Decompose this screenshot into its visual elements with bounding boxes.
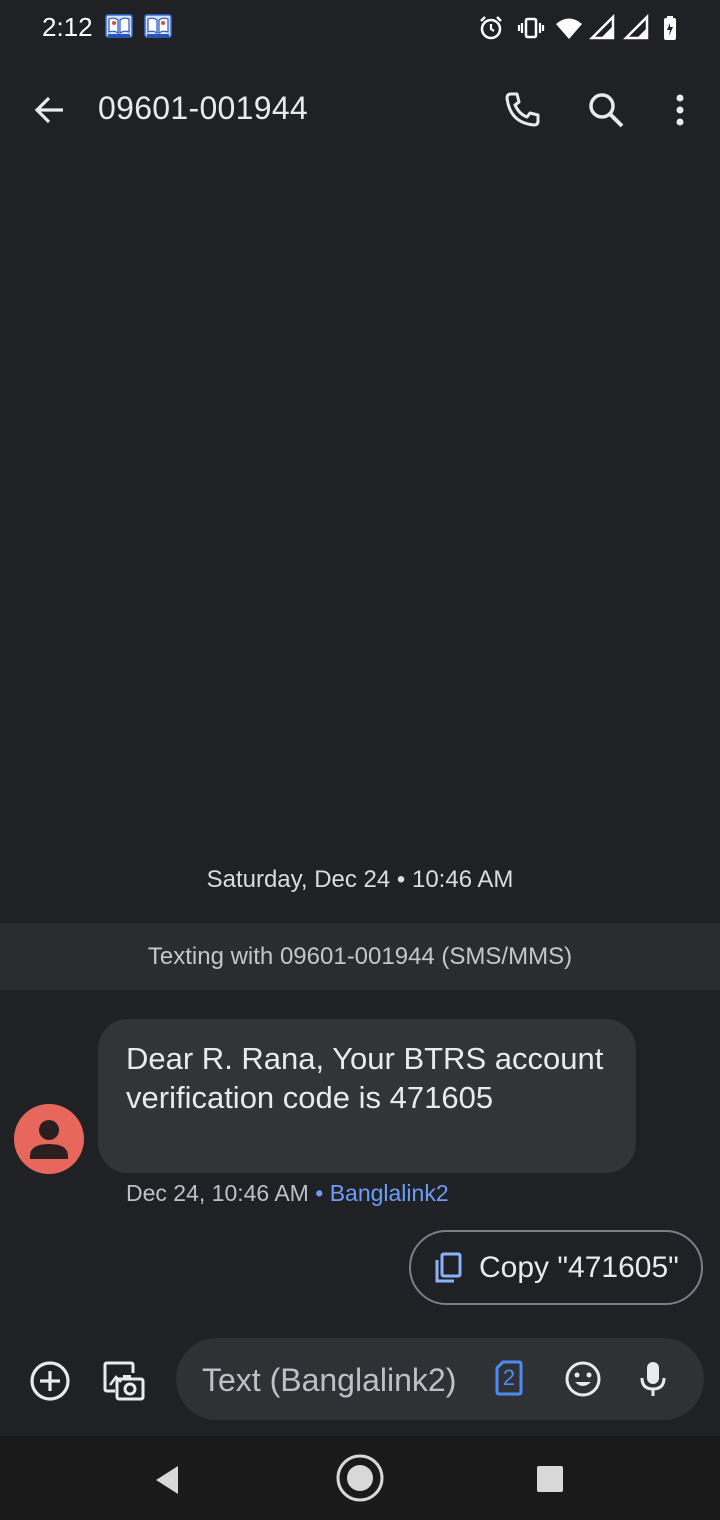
status-time: 2:12 — [42, 12, 93, 42]
texting-banner-text: Texting with 09601-001944 (SMS/MMS) — [147, 943, 573, 970]
alarm-icon — [477, 14, 505, 42]
recents-square-icon — [537, 1466, 563, 1492]
copy-code-label: Copy "471605" — [479, 1250, 679, 1284]
back-triangle-icon — [156, 1466, 178, 1494]
home-circle-icon — [336, 1454, 384, 1502]
conversation-title: 09601-001944 — [98, 90, 309, 126]
message-time: Dec 24, 10:46 AM — [126, 1180, 309, 1206]
copy-icon — [435, 1252, 462, 1282]
status-bar: 2:12 — [0, 0, 720, 56]
book-app-icon — [144, 14, 172, 40]
nav-back-button[interactable] — [148, 1460, 188, 1500]
add-attachment-button[interactable] — [22, 1353, 78, 1409]
message-text: Dear R. Rana, Your BTRS account verifica… — [126, 1041, 604, 1115]
nav-recents-button[interactable] — [534, 1463, 566, 1495]
more-vert-icon — [676, 94, 684, 126]
gallery-camera-icon — [103, 1361, 145, 1401]
message-sim-separator: • — [308, 1180, 330, 1206]
texting-banner: Texting with 09601-001944 (SMS/MMS) — [0, 923, 720, 990]
call-button[interactable] — [494, 82, 550, 138]
emoji-button[interactable] — [562, 1358, 604, 1400]
back-arrow-icon — [34, 96, 63, 124]
message-bubble[interactable]: Dear R. Rana, Your BTRS account verifica… — [98, 1019, 636, 1173]
voice-button[interactable] — [632, 1358, 674, 1400]
sim-selector[interactable]: 2 — [495, 1360, 523, 1396]
avatar[interactable] — [14, 1104, 84, 1174]
message-meta: Dec 24, 10:46 AM • Banglalink2 — [126, 1180, 449, 1207]
signal-icon — [588, 13, 617, 42]
navigation-bar — [0, 1436, 720, 1520]
back-button[interactable] — [26, 82, 74, 138]
battery-icon — [659, 14, 687, 42]
person-icon — [30, 1120, 68, 1159]
phone-icon — [505, 92, 540, 127]
date-separator: Saturday, Dec 24 • 10:46 AM — [206, 866, 514, 893]
emoji-icon — [565, 1361, 601, 1397]
message-input[interactable]: Text (Banglalink2) — [202, 1362, 456, 1399]
add-icon — [30, 1361, 70, 1401]
vibrate-icon — [517, 14, 545, 42]
more-options-button[interactable] — [652, 82, 708, 138]
sim-number: 2 — [502, 1365, 516, 1390]
search-icon — [589, 93, 624, 128]
message-sim: Banglalink2 — [329, 1180, 449, 1206]
book-app-icon — [105, 14, 133, 40]
signal-icon — [622, 13, 651, 42]
search-button[interactable] — [578, 82, 634, 138]
message-composer[interactable]: Text (Banglalink2) 2 — [176, 1338, 704, 1420]
copy-code-chip[interactable]: Copy "471605" — [409, 1230, 703, 1305]
mic-icon — [640, 1362, 666, 1396]
nav-home-button[interactable] — [334, 1452, 386, 1504]
gallery-button[interactable] — [96, 1353, 152, 1409]
wifi-icon — [555, 14, 583, 42]
